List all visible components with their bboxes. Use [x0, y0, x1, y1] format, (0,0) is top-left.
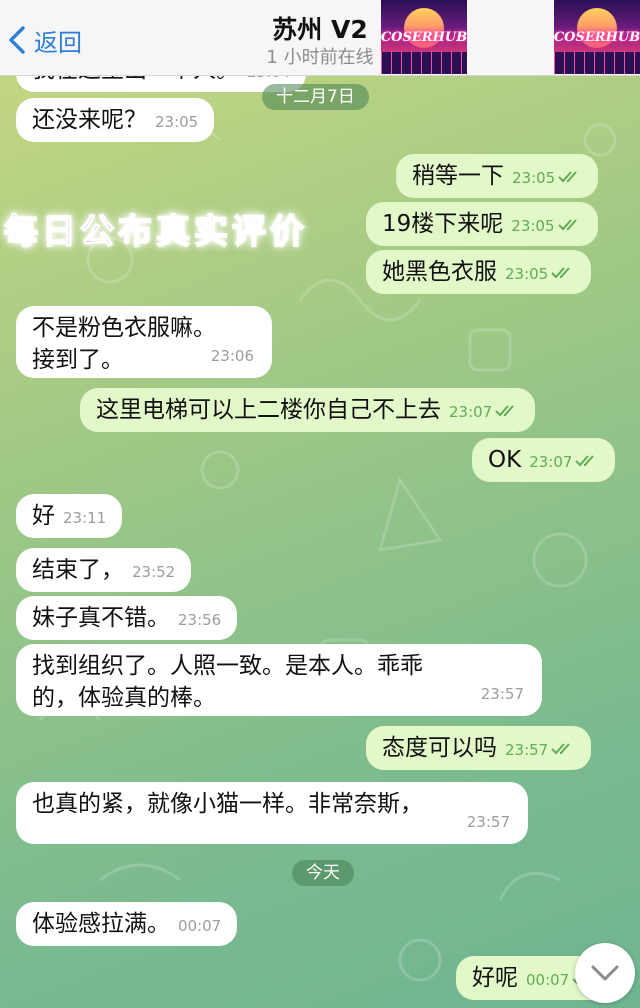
message-text: 找到组织了。人照一致。是本人。乖乖: [32, 653, 423, 679]
message-text: OK: [488, 447, 522, 473]
message-time: 23:57: [466, 813, 510, 831]
chat-header: 返回 苏州 V2 1 小时前在线 COSERHUB COSERHUB: [0, 0, 640, 76]
message-bubble[interactable]: 体验感拉满。 00:07: [16, 902, 238, 946]
double-check-icon: [551, 742, 570, 754]
coserhub-logo-right: COSERHUB: [554, 0, 640, 74]
message-time: 23:06: [210, 347, 254, 365]
logo-text: COSERHUB: [381, 29, 467, 45]
chevron-down-icon: [591, 965, 619, 981]
message-time: 23:05: [505, 265, 549, 283]
message-time: 23:05: [512, 169, 556, 187]
double-check-icon: [551, 266, 570, 278]
message-time: 23:05: [155, 113, 199, 131]
message-bubble[interactable]: 结束了， 23:52: [16, 548, 192, 592]
message-time: 00:07: [178, 917, 222, 935]
message-time: 23:57: [480, 685, 524, 703]
message-text-line-2: 的，体验真的棒。: [32, 685, 216, 711]
message-text: 好呢: [472, 965, 518, 991]
message-bubble[interactable]: 妹子真不错。 23:56: [16, 596, 238, 640]
back-button[interactable]: 返回: [8, 20, 82, 60]
double-check-icon: [557, 218, 577, 230]
message-text: 还没来呢？: [32, 107, 147, 133]
message-bubble[interactable]: 好 23:11: [16, 494, 123, 538]
message-time: 23:07: [449, 403, 493, 421]
message-bubble[interactable]: 19楼下来呢 23:05: [366, 202, 598, 246]
message-bubble[interactable]: 稍等一下 23:05: [396, 154, 599, 198]
promo-overlay-text: 每日公布真实评价: [3, 211, 308, 253]
message-text: 态度可以吗: [382, 735, 497, 761]
date-separator: 今天: [292, 860, 354, 886]
double-check-icon: [575, 454, 595, 466]
message-bubble[interactable]: 这里电梯可以上二楼你自己不上去 23:07: [80, 388, 536, 432]
message-text: 稍等一下: [412, 163, 504, 189]
message-bubble[interactable]: 态度可以吗 23:57: [366, 726, 592, 770]
scroll-to-bottom-button[interactable]: [575, 943, 635, 1003]
message-time: 23:56: [178, 611, 222, 629]
message-text: 19楼下来呢: [382, 211, 504, 237]
message-time: 23:57: [505, 741, 549, 759]
message-text: 妹子真不错。: [32, 605, 170, 631]
message-bubble[interactable]: 找到组织了。人照一致。是本人。乖乖 的，体验真的棒。 23:57: [16, 644, 542, 716]
message-time: 23:52: [132, 563, 176, 581]
message-text: 好: [32, 503, 55, 529]
message-text: 也真的紧，就像小猫一样。非常奈斯，: [32, 791, 423, 817]
message-time: 23:11: [63, 509, 107, 527]
back-label: 返回: [34, 28, 82, 57]
message-time: 23:05: [511, 217, 555, 235]
double-check-icon: [558, 170, 577, 182]
message-text: 结束了，: [32, 557, 124, 583]
message-text: 她黑色衣服: [382, 259, 497, 285]
message-time: 23:07: [529, 453, 573, 471]
message-bubble[interactable]: 不是粉色衣服嘛。 接到了。 23:06: [16, 306, 272, 378]
message-text: 这里电梯可以上二楼你自己不上去: [96, 397, 441, 423]
chevron-left-icon: [9, 26, 25, 54]
date-separator: 十二月7日: [262, 84, 369, 110]
message-bubble[interactable]: 也真的紧，就像小猫一样。非常奈斯， 23:57: [16, 782, 528, 844]
message-text: 体验感拉满。: [32, 911, 170, 937]
message-bubble[interactable]: 还没来呢？ 23:05: [16, 98, 215, 142]
message-time: 00:07: [526, 971, 570, 989]
coserhub-logo: COSERHUB: [381, 0, 467, 74]
message-bubble[interactable]: 她黑色衣服 23:05: [366, 250, 592, 294]
logo-text-right: COSERHUB: [554, 29, 640, 45]
double-check-icon: [495, 404, 514, 416]
message-bubble[interactable]: OK 23:07: [472, 438, 616, 482]
